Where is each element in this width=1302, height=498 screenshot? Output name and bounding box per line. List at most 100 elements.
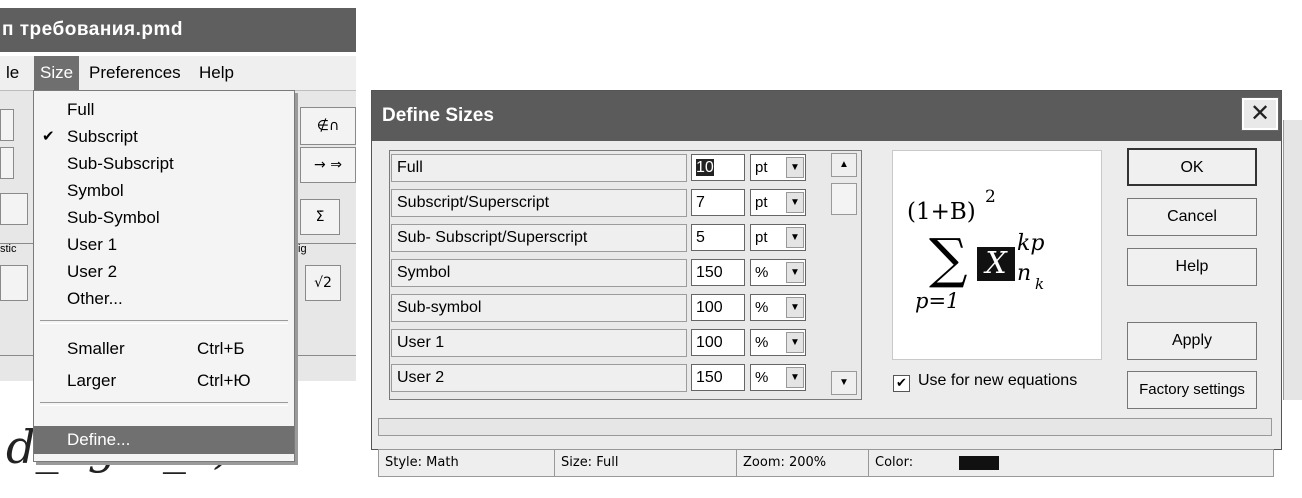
- menu-item-label: Other...: [67, 289, 123, 308]
- unit-select[interactable]: pt ▼: [750, 224, 806, 251]
- menu-item-other[interactable]: Other...: [34, 286, 294, 311]
- menu-item-subscript[interactable]: ✔ Subscript: [34, 124, 294, 149]
- size-row-label: Symbol: [391, 259, 687, 287]
- menu-size[interactable]: Size: [34, 56, 80, 90]
- unit-select[interactable]: pt ▼: [750, 189, 806, 216]
- size-row-user-1: User 1 100 % ▼: [390, 328, 860, 359]
- horizontal-scrollbar[interactable]: [378, 418, 1272, 436]
- table-scrollbar[interactable]: ▲ ▼: [831, 153, 859, 398]
- unit-text: %: [755, 264, 769, 281]
- size-value-input[interactable]: 5: [691, 224, 745, 251]
- scroll-down-icon[interactable]: ▼: [831, 371, 857, 395]
- size-row-symbol: Symbol 150 % ▼: [390, 258, 860, 289]
- chevron-down-icon[interactable]: ▼: [786, 297, 804, 318]
- unit-select[interactable]: % ▼: [750, 294, 806, 321]
- menu-item-sub-subscript[interactable]: Sub-Subscript: [34, 151, 294, 176]
- cancel-button[interactable]: Cancel: [1127, 198, 1257, 236]
- menu-help[interactable]: Help: [193, 56, 240, 90]
- sum-symbol-button[interactable]: Σ̇: [300, 199, 340, 235]
- size-row-label: Full: [391, 154, 687, 182]
- menu-item-label: Symbol: [67, 181, 124, 200]
- use-for-new-equations-checkbox[interactable]: ✔ Use for new equations: [893, 372, 1077, 392]
- apply-button[interactable]: Apply: [1127, 322, 1257, 360]
- menu-item-user-1[interactable]: User 1: [34, 232, 294, 257]
- help-button[interactable]: Help: [1127, 248, 1257, 286]
- menu-item-label: User 2: [67, 262, 118, 281]
- menu-separator: [40, 320, 288, 324]
- preview-subscript: n: [1017, 261, 1032, 286]
- size-value-input[interactable]: 100: [691, 329, 745, 356]
- checkbox-check-icon[interactable]: ✔: [893, 375, 910, 392]
- chevron-down-icon[interactable]: ▼: [786, 227, 804, 248]
- menu-item-label: Smaller: [67, 339, 125, 358]
- size-row-user-2: User 2 150 % ▼: [390, 363, 860, 394]
- color-swatch[interactable]: [959, 456, 999, 470]
- menu-item-label: Sub-Symbol: [67, 208, 160, 227]
- status-color-label: Color:: [875, 455, 914, 470]
- size-value-input[interactable]: 150: [691, 364, 745, 391]
- background-window-edge: [1283, 120, 1302, 400]
- unit-text: %: [755, 299, 769, 316]
- close-icon[interactable]: ✕: [1241, 97, 1279, 131]
- size-value-input[interactable]: 150: [691, 259, 745, 286]
- chevron-down-icon[interactable]: ▼: [786, 367, 804, 388]
- menu-item-label: Full: [67, 100, 95, 119]
- menu-item-user-2[interactable]: User 2: [34, 259, 294, 284]
- toolbar-tab-label[interactable]: stic: [0, 243, 17, 255]
- menu-item-sub-symbol[interactable]: Sub-Symbol: [34, 205, 294, 230]
- menu-item-label: Define...: [67, 430, 131, 449]
- menu-preferences[interactable]: Preferences: [83, 56, 187, 90]
- equation-preview: (1+B) 2 ∑ X kp n k p=1: [892, 150, 1102, 360]
- preview-exponent: 2: [985, 187, 996, 207]
- set-symbol-button[interactable]: ∉∩: [300, 107, 356, 145]
- radical-symbol-button[interactable]: √2: [305, 265, 341, 301]
- menu-bar: le Size Preferences Help: [0, 56, 356, 91]
- unit-select[interactable]: % ▼: [750, 364, 806, 391]
- arrow-symbol-button[interactable]: → ⇒: [300, 147, 356, 183]
- unit-text: %: [755, 369, 769, 386]
- unit-select[interactable]: pt ▼: [750, 154, 806, 181]
- size-value-input[interactable]: 10: [691, 154, 745, 181]
- window-title: п требования.pmd: [0, 8, 356, 52]
- unit-text: pt: [755, 159, 768, 176]
- toolbar-button[interactable]: [0, 147, 14, 179]
- chevron-down-icon[interactable]: ▼: [786, 332, 804, 353]
- menu-item-label: Subscript: [67, 127, 138, 146]
- preview-subsubscript: k: [1035, 275, 1045, 293]
- size-value-text: 10: [696, 159, 714, 176]
- size-row-subscript: Subscript/Superscript 7 pt ▼: [390, 188, 860, 219]
- menu-item-symbol[interactable]: Symbol: [34, 178, 294, 203]
- unit-select[interactable]: % ▼: [750, 259, 806, 286]
- size-row-sub-symbol: Sub-symbol 100 % ▼: [390, 293, 860, 324]
- size-row-label: User 1: [391, 329, 687, 357]
- menu-item-smaller[interactable]: Smaller Ctrl+Б: [34, 336, 294, 361]
- editor-window: п требования.pmd le Size Preferences Hel…: [0, 0, 356, 498]
- checkbox-label: Use for new equations: [918, 372, 1078, 389]
- scroll-thumb[interactable]: [831, 183, 857, 215]
- menu-separator: [40, 402, 288, 406]
- menu-item-full[interactable]: Full: [34, 97, 294, 122]
- toolbar-button[interactable]: [0, 193, 28, 225]
- menu-file[interactable]: le: [0, 56, 25, 90]
- status-bar: Style: Math Size: Full Zoom: 200% Color:: [378, 449, 1274, 477]
- chevron-down-icon[interactable]: ▼: [786, 192, 804, 213]
- unit-text: pt: [755, 229, 768, 246]
- document-area: [378, 477, 1274, 498]
- factory-settings-button[interactable]: Factory settings: [1127, 371, 1257, 409]
- preview-lower-limit: p=1: [915, 289, 960, 313]
- unit-select[interactable]: % ▼: [750, 329, 806, 356]
- chevron-down-icon[interactable]: ▼: [786, 262, 804, 283]
- chevron-down-icon[interactable]: ▼: [786, 157, 804, 178]
- unit-text: pt: [755, 194, 768, 211]
- size-value-input[interactable]: 100: [691, 294, 745, 321]
- preview-superscript: kp: [1017, 231, 1045, 256]
- toolbar-button[interactable]: [0, 109, 14, 141]
- menu-item-larger[interactable]: Larger Ctrl+Ю: [34, 368, 294, 393]
- toolbar-button[interactable]: [0, 265, 28, 301]
- menu-item-define[interactable]: Define...: [34, 426, 294, 454]
- scroll-up-icon[interactable]: ▲: [831, 153, 857, 177]
- ok-button[interactable]: OK: [1127, 148, 1257, 186]
- toolbar-tab-label[interactable]: ig: [298, 243, 307, 255]
- size-value-input[interactable]: 7: [691, 189, 745, 216]
- size-menu: Full ✔ Subscript Sub-Subscript Symbol Sub…: [33, 90, 295, 462]
